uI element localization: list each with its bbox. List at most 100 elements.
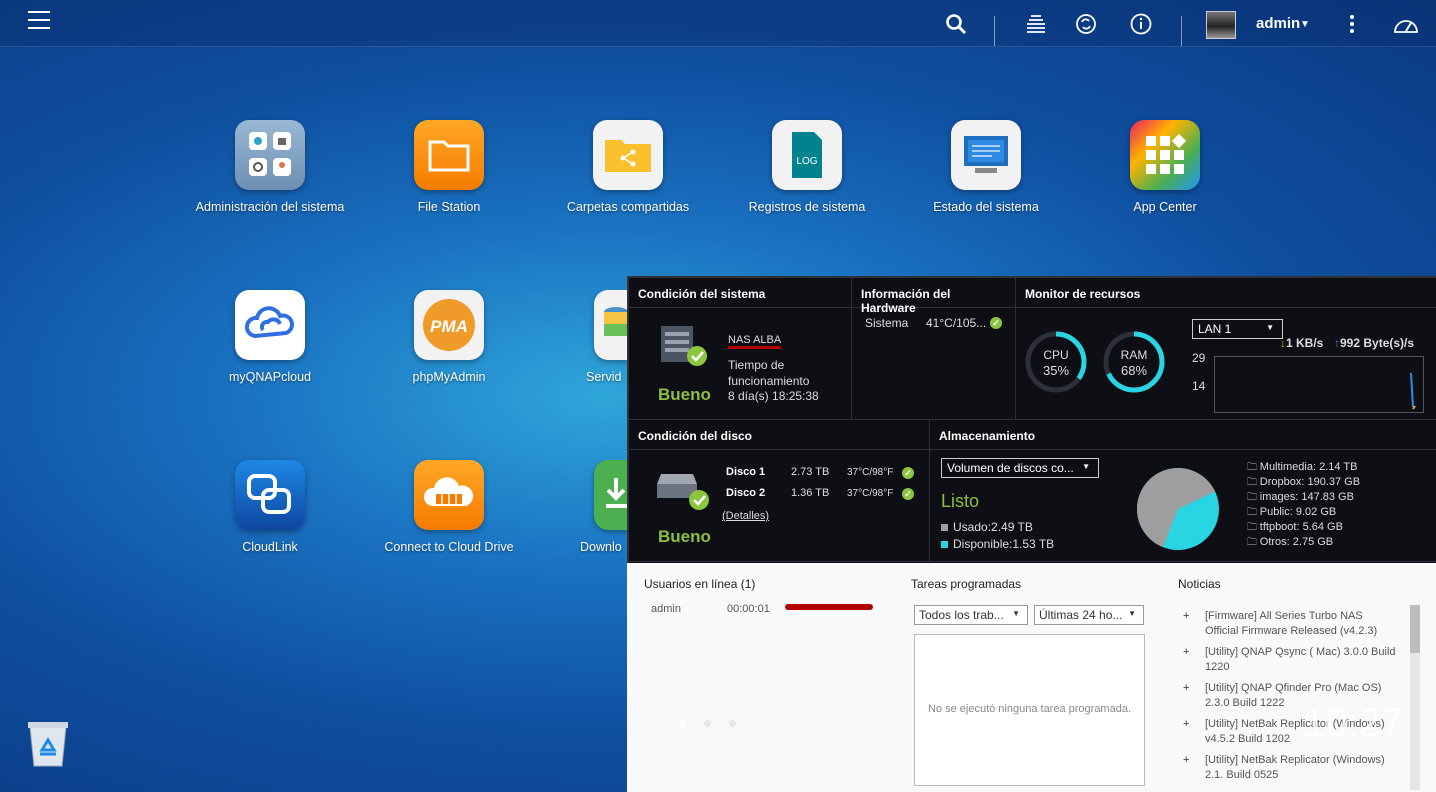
- volume-selected: Volumen de discos co...: [947, 461, 1074, 475]
- check-icon: ✓: [990, 317, 1002, 329]
- plus-icon[interactable]: +: [1183, 609, 1189, 624]
- chevron-down-icon: ▼: [1128, 609, 1136, 618]
- app-system-admin[interactable]: Administración del sistema: [180, 120, 360, 216]
- folder-item: 🗀 Multimedia: 2.14 TB: [1247, 460, 1360, 475]
- app-myqnapcloud[interactable]: myQNAPcloud: [180, 290, 360, 386]
- app-cloudlink[interactable]: CloudLink: [180, 460, 360, 556]
- app-label: phpMyAdmin: [412, 370, 486, 384]
- scrollbar-thumb[interactable]: [1410, 605, 1420, 653]
- folder-item: 🗀 Public: 9.02 GB: [1247, 505, 1360, 520]
- app-shared-folders[interactable]: Carpetas compartidas: [538, 120, 718, 216]
- network-line: [1410, 372, 1416, 410]
- app-label: Downlo: [580, 540, 622, 554]
- app-label: Estado del sistema: [933, 200, 1039, 214]
- info-panel: Usuarios en línea (1) admin 00:00:01 Tar…: [627, 563, 1436, 792]
- plus-icon[interactable]: +: [1183, 681, 1189, 696]
- cloudlink-icon: [235, 460, 305, 530]
- card-title: Condición del disco: [629, 420, 929, 450]
- news-item[interactable]: + [Firmware] All Series Turbo NAS Officia…: [1183, 609, 1397, 639]
- user-name[interactable]: admin: [1256, 15, 1300, 32]
- folder-item: 🗀 images: 147.83 GB: [1247, 490, 1360, 505]
- news-text[interactable]: [Firmware] All Series Turbo NAS Official…: [1205, 609, 1397, 639]
- app-system-status[interactable]: Estado del sistema: [896, 120, 1076, 216]
- disk1-size: 2.73 TB: [791, 466, 830, 478]
- app-connect-cloud-drive[interactable]: Connect to Cloud Drive: [359, 460, 539, 556]
- download-value: 1 KB/s: [1286, 336, 1324, 350]
- dashboard-gauge-icon[interactable]: [1392, 12, 1420, 36]
- chevron-down-icon[interactable]: ▼: [1300, 19, 1310, 30]
- recycle-bin-icon[interactable]: [24, 718, 72, 768]
- online-users-title: Usuarios en línea (1): [644, 577, 756, 591]
- system-admin-icon: [235, 120, 305, 190]
- disk2-size: 1.36 TB: [791, 487, 830, 499]
- info-icon[interactable]: [1129, 12, 1153, 36]
- download-icon: [594, 460, 628, 530]
- folder-icon: 🗀: [1247, 477, 1260, 488]
- system-condition-card[interactable]: Condición del sistema NAS ALBA Tiempo de…: [628, 277, 852, 420]
- storage-status: Listo: [941, 491, 980, 511]
- page-dots[interactable]: [679, 720, 736, 727]
- hardware-info-card[interactable]: Información del Hardware Sistema 41°C/10…: [851, 277, 1016, 420]
- news-text[interactable]: [Utility] NetBak Replicator (Windows) 2.…: [1205, 753, 1397, 783]
- news-text[interactable]: [Utility] QNAP Qsync ( Mac) 3.0.0 Build …: [1205, 645, 1397, 675]
- plus-icon[interactable]: +: [1183, 717, 1189, 732]
- toolbar-separator: [1181, 16, 1182, 46]
- app-center-icon: [1130, 120, 1200, 190]
- app-servid[interactable]: Servid: [538, 290, 628, 386]
- lan-selected: LAN 1: [1198, 322, 1232, 336]
- cloud-icon: [235, 290, 305, 360]
- app-download-station[interactable]: Downlo: [538, 460, 628, 556]
- app-label: Connect to Cloud Drive: [384, 540, 514, 554]
- volume-select[interactable]: Volumen de discos co... ▼: [941, 458, 1099, 478]
- app-app-center[interactable]: App Center: [1075, 120, 1255, 216]
- chart-y-mid: 14: [1192, 379, 1206, 393]
- page-dot[interactable]: [679, 720, 686, 727]
- news-item[interactable]: + [Utility] NetBak Replicator (Windows) 2…: [1183, 753, 1397, 783]
- app-phpmyadmin[interactable]: PMA phpMyAdmin: [359, 290, 539, 386]
- available-value: Disponible:1.53 TB: [953, 537, 1055, 551]
- page-dot[interactable]: [729, 720, 736, 727]
- folder-icon: [414, 120, 484, 190]
- network-chart: [1214, 356, 1424, 413]
- system-status: Bueno: [658, 385, 711, 404]
- folder-item: 🗀 tftpboot: 5.64 GB: [1247, 520, 1360, 535]
- app-label: myQNAPcloud: [229, 370, 311, 384]
- cloud-drive-icon: [414, 460, 484, 530]
- available-swatch: [941, 541, 948, 548]
- app-system-logs[interactable]: LOG Registros de sistema: [717, 120, 897, 216]
- scheduled-tasks-title: Tareas programadas: [911, 577, 1022, 591]
- app-label: CloudLink: [242, 540, 298, 554]
- search-icon[interactable]: [944, 12, 968, 36]
- folder-usage: Otros: 2.75 GB: [1259, 536, 1334, 548]
- main-menu-icon[interactable]: [28, 11, 50, 29]
- sync-icon[interactable]: [1074, 12, 1098, 36]
- resource-monitor-card[interactable]: Monitor de recursos CPU 35% RAM 68% LAN …: [1015, 277, 1436, 420]
- folder-icon: 🗀: [1247, 522, 1260, 533]
- app-file-station[interactable]: File Station: [359, 120, 539, 216]
- avatar[interactable]: [1206, 11, 1236, 39]
- more-options-icon[interactable]: [1340, 12, 1364, 36]
- card-title: Información del Hardware: [852, 278, 1015, 315]
- news-item[interactable]: + [Utility] QNAP Qsync ( Mac) 3.0.0 Build…: [1183, 645, 1397, 675]
- disk-condition-card[interactable]: Condición del disco Disco 1 2.73 TB 37°C…: [628, 419, 930, 562]
- toolbar-separator: [994, 16, 995, 46]
- log-document-icon: LOG: [772, 120, 842, 190]
- news-scrollbar[interactable]: [1410, 605, 1420, 790]
- disk-details-link[interactable]: (Detalles): [722, 510, 769, 522]
- task-range-select[interactable]: Últimas 24 ho... ▼: [1034, 605, 1144, 625]
- plus-icon[interactable]: +: [1183, 753, 1189, 768]
- plus-icon[interactable]: +: [1183, 645, 1189, 660]
- page-dot[interactable]: [704, 720, 711, 727]
- lan-select[interactable]: LAN 1 ▼: [1192, 319, 1283, 339]
- app-label: Carpetas compartidas: [566, 200, 690, 214]
- storage-available: Disponible:1.53 TB: [941, 537, 1054, 551]
- folder-usage: images: 147.83 GB: [1259, 491, 1354, 503]
- app-label: Servid: [586, 370, 622, 384]
- disk2-temp: 37°C/98°F: [847, 488, 894, 499]
- storage-card[interactable]: Almacenamiento Volumen de discos co... ▼ …: [929, 419, 1436, 562]
- task-stack-icon[interactable]: [1024, 12, 1048, 36]
- shared-folder-icon: [593, 120, 663, 190]
- chevron-down-icon: ▼: [1012, 609, 1020, 618]
- task-type-select[interactable]: Todos los trab... ▼: [914, 605, 1028, 625]
- folder-usage: Multimedia: 2.14 TB: [1259, 461, 1358, 473]
